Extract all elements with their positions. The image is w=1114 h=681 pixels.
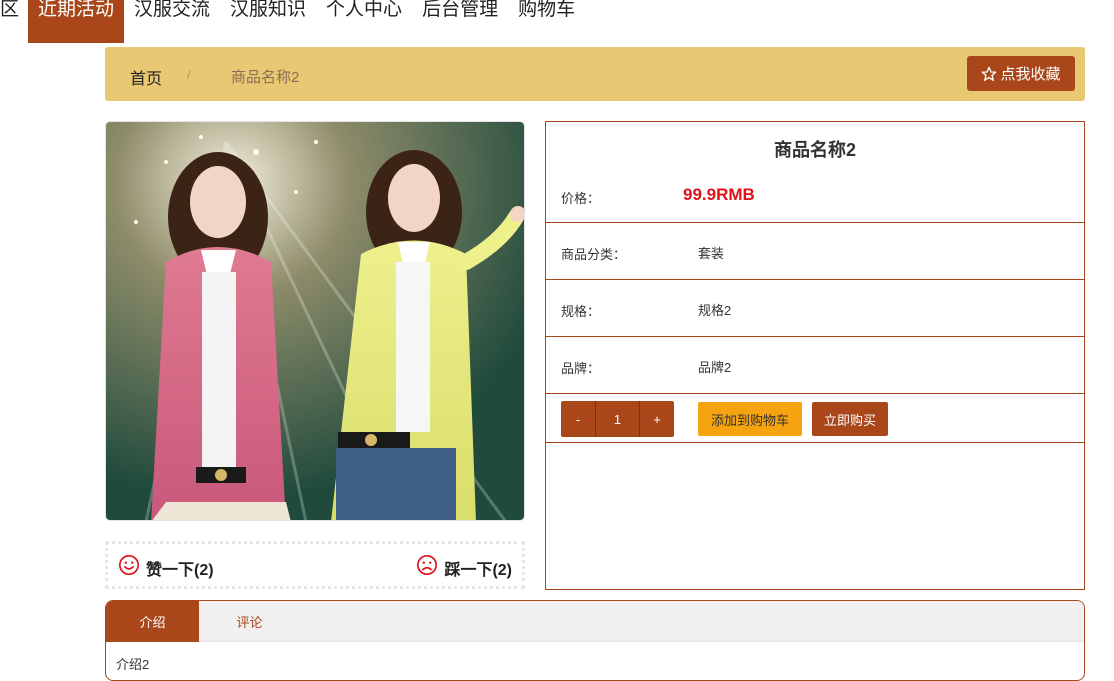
product-title: 商品名称2	[773, 140, 856, 160]
price-value: 99.9RMB	[683, 185, 755, 204]
tabs-header: 介绍 评论	[106, 601, 1084, 642]
like-label: 赞一下(2)	[146, 561, 214, 579]
divider	[546, 279, 1084, 280]
quantity-input[interactable]: 1	[595, 401, 640, 437]
divider	[546, 442, 1084, 443]
nav-item-hanfu-exchange[interactable]: 汉服交流	[124, 0, 220, 43]
nav-item-admin[interactable]: 后台管理	[412, 0, 508, 43]
divider	[546, 222, 1084, 223]
like-button[interactable]: 赞一下(2)	[118, 554, 214, 581]
dislike-label: 踩一下(2)	[444, 561, 512, 579]
quantity-stepper: - 1 +	[561, 401, 674, 437]
nav-item-recent-events[interactable]: 近期活动	[28, 0, 125, 43]
breadcrumb-home-link[interactable]: 首页	[130, 65, 162, 89]
dislike-button[interactable]: 踩一下(2)	[416, 554, 512, 581]
favorite-button-label: 点我收藏	[1000, 66, 1061, 83]
nav-item-hanfu-knowledge[interactable]: 汉服知识	[220, 0, 316, 43]
quantity-plus-button[interactable]: +	[640, 401, 674, 437]
spec-value: 规格2	[698, 303, 732, 318]
add-to-cart-button[interactable]: 添加到购物车	[698, 402, 802, 436]
brand-label: 品牌：	[561, 361, 601, 376]
detail-tabs: 介绍 评论 介绍2	[105, 600, 1085, 681]
nav-item-partial[interactable]: 区	[0, 0, 28, 43]
breadcrumb: 首页 / 商品名称2 点我收藏	[105, 47, 1085, 101]
buy-now-button[interactable]: 立即购买	[812, 402, 888, 436]
tab-intro[interactable]: 介绍	[106, 601, 199, 642]
brand-value: 品牌2	[698, 360, 732, 375]
divider	[546, 336, 1084, 337]
nav-item-cart[interactable]: 购物车	[508, 0, 585, 43]
category-label: 商品分类：	[561, 247, 627, 262]
smile-icon	[118, 554, 140, 581]
frown-icon	[416, 554, 438, 581]
breadcrumb-separator: /	[187, 68, 191, 82]
top-nav: 区 近期活动 汉服交流 汉服知识 个人中心 后台管理 购物车	[0, 0, 1114, 43]
breadcrumb-current: 商品名称2	[231, 69, 300, 86]
quantity-minus-button[interactable]: -	[561, 401, 595, 437]
nav-item-personal-center[interactable]: 个人中心	[316, 0, 412, 43]
tab-content: 介绍2	[116, 657, 150, 672]
product-info-panel: 商品名称2 价格： 99.9RMB 商品分类： 套装 规格： 规格2 品牌： 品…	[545, 121, 1085, 590]
product-image	[105, 121, 525, 521]
divider	[546, 393, 1084, 394]
star-outline-icon	[981, 66, 997, 82]
category-value: 套装	[698, 246, 725, 261]
vote-bar: 赞一下(2) 踩一下(2)	[105, 541, 525, 589]
favorite-button[interactable]: 点我收藏	[967, 56, 1075, 91]
price-label: 价格：	[561, 191, 601, 206]
tab-comments[interactable]: 评论	[203, 601, 296, 642]
spec-label: 规格：	[561, 304, 601, 319]
